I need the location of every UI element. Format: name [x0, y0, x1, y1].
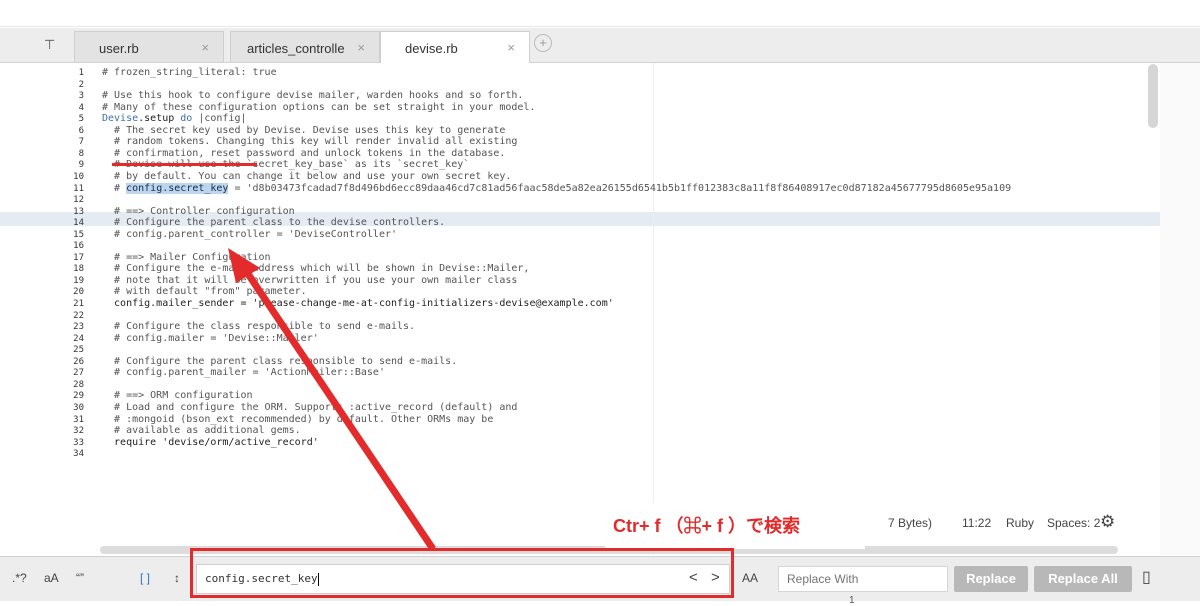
- arrow-head: [228, 248, 260, 283]
- arrow-shaft: [237, 260, 436, 551]
- annotation-arrow: [228, 248, 436, 551]
